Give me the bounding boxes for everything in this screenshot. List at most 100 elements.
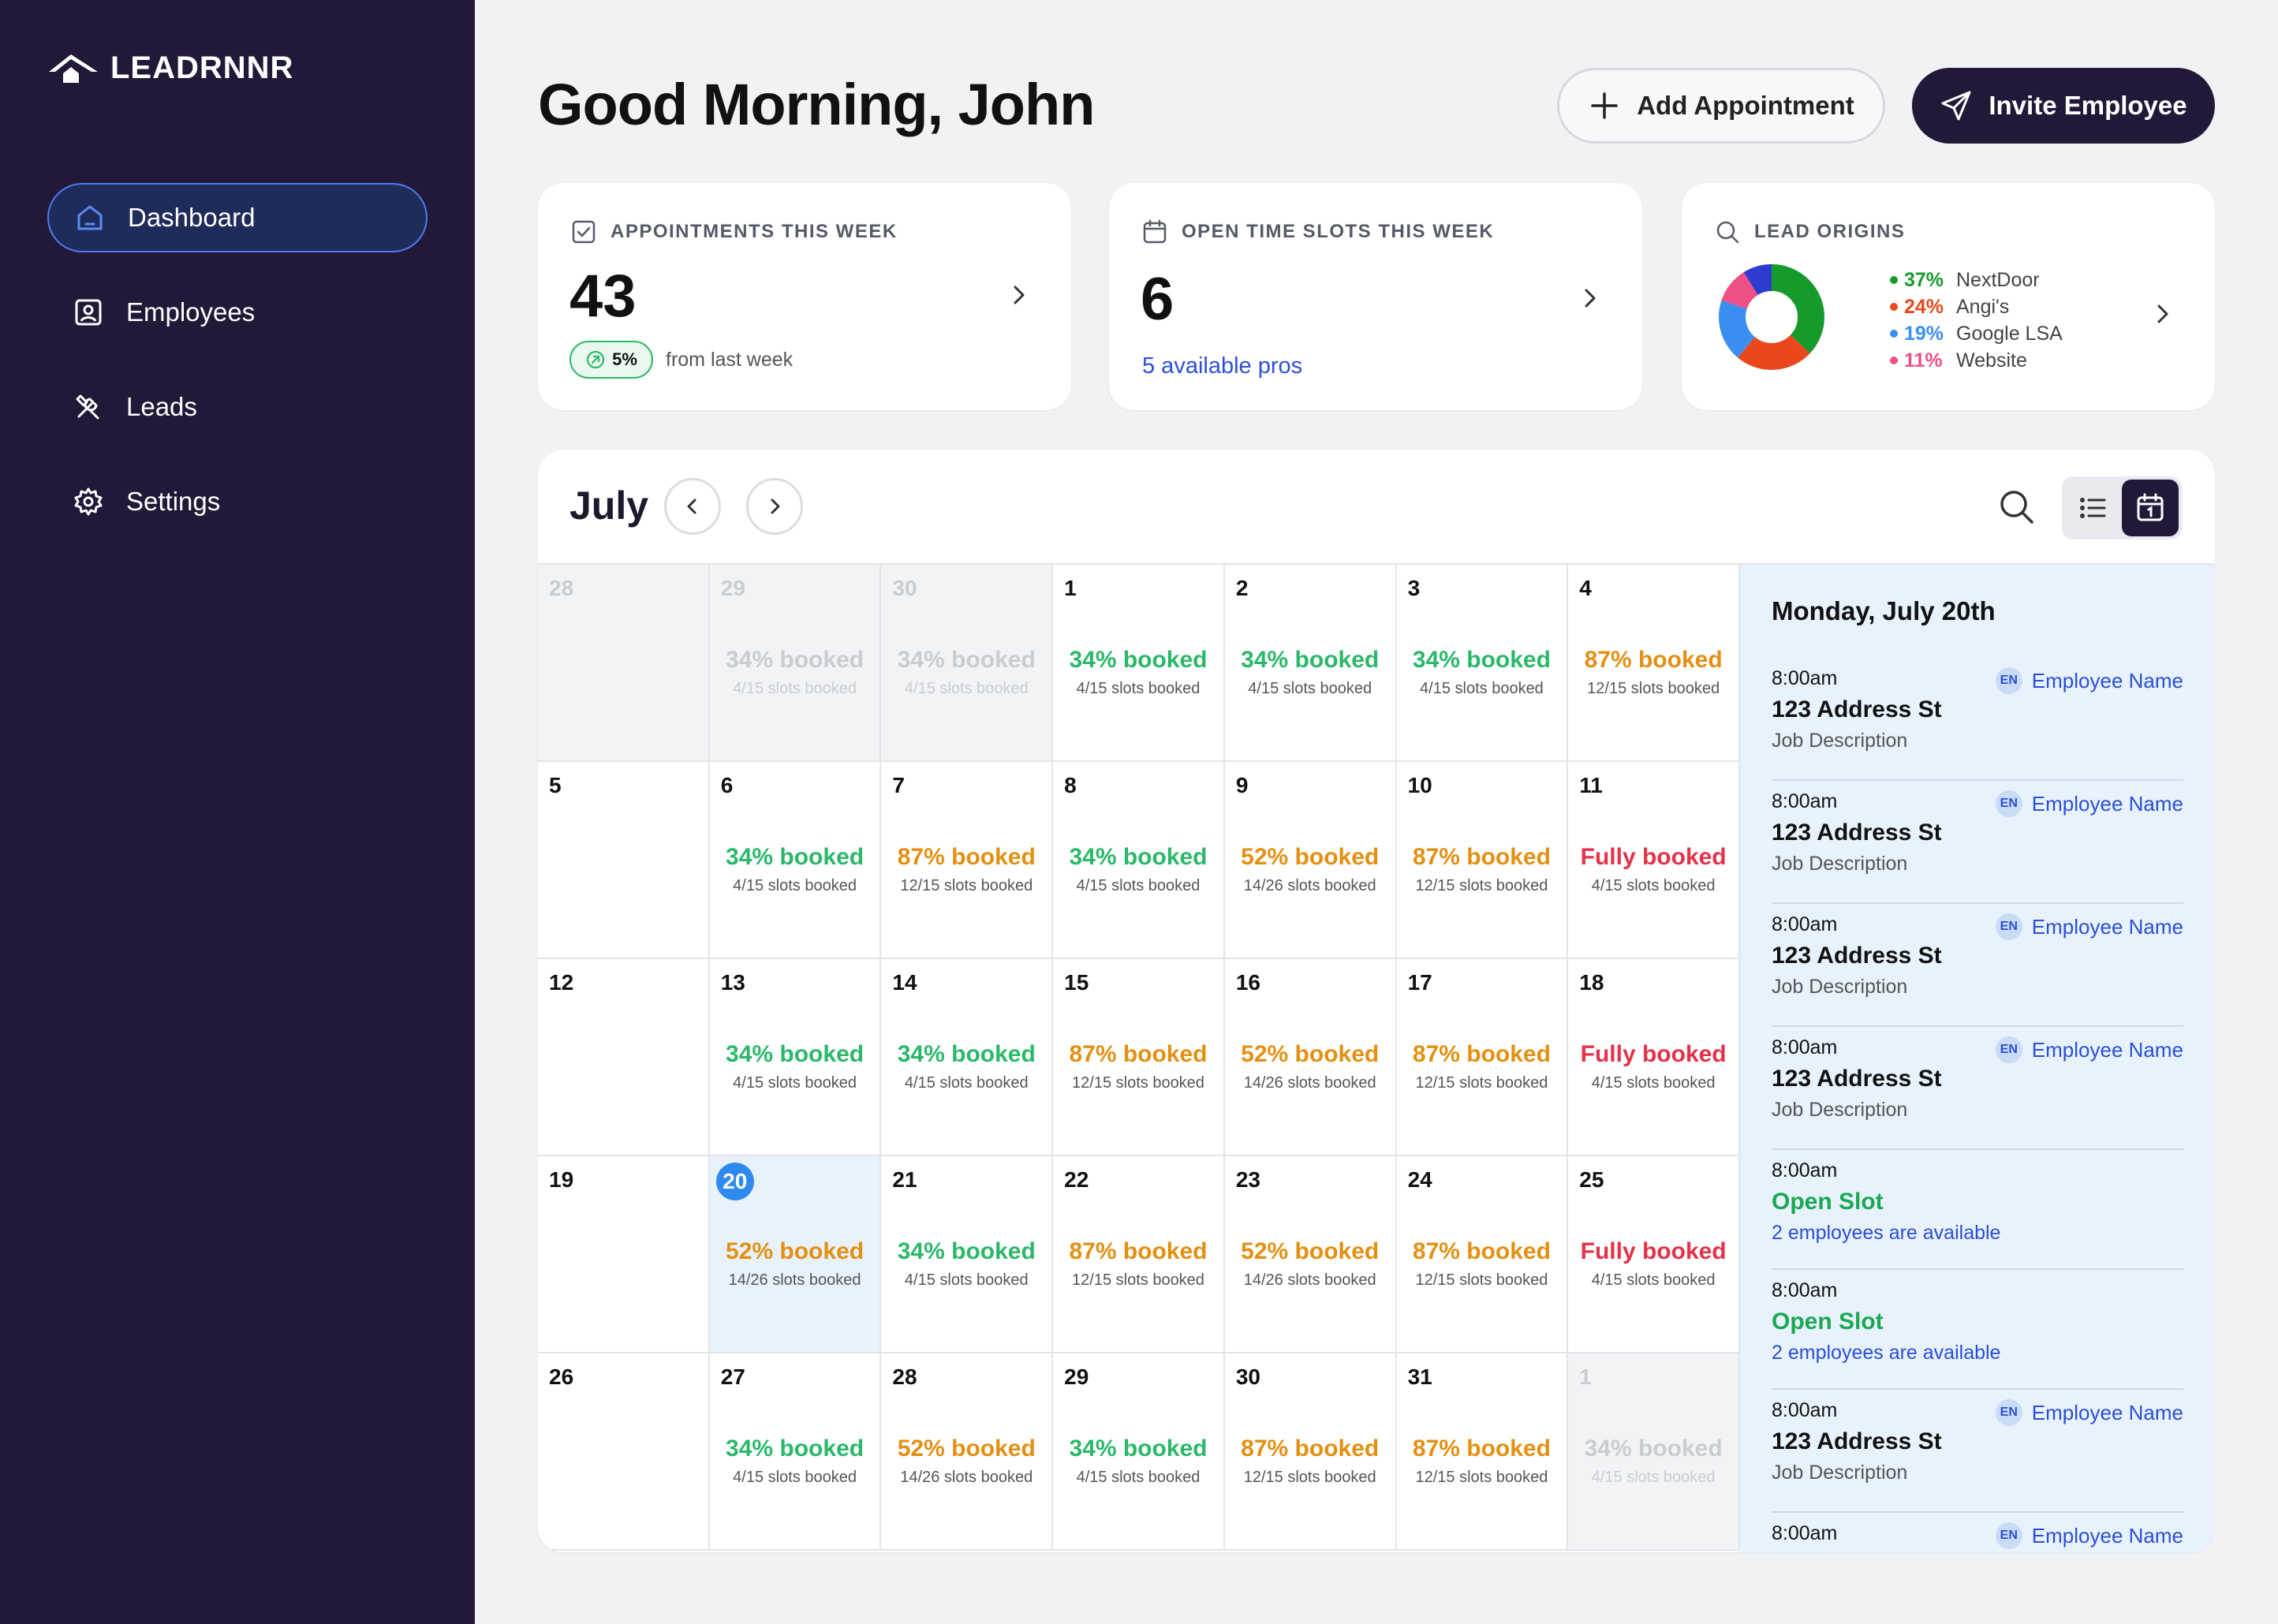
available-employees-link[interactable]: 2 employees are available <box>1772 1342 2183 1365</box>
assigned-employee[interactable]: EN Employee Name <box>1995 790 2183 817</box>
calendar-day[interactable]: 30 87% booked 12/15 slots booked <box>1224 1353 1397 1551</box>
calendar-day[interactable]: 30 34% booked 4/15 slots booked <box>881 565 1054 762</box>
legend-item: 11% Website <box>1890 347 2063 374</box>
sidebar-item-leads[interactable]: Leads <box>47 372 428 442</box>
brand-logo[interactable]: LEADRNNR <box>47 50 293 86</box>
chevron-left-icon <box>687 498 696 514</box>
calendar-day[interactable]: 17 87% booked 12/15 slots booked <box>1396 959 1569 1156</box>
sidebar-item-label: Employees <box>126 297 256 327</box>
sidebar-item-settings[interactable]: Settings <box>47 467 428 536</box>
appointment-description: Job Description <box>1772 1462 1908 1484</box>
open-slot-label: Open Slot <box>1772 1309 1884 1335</box>
calendar-day[interactable]: 8 34% booked 4/15 slots booked <box>1053 762 1225 959</box>
appointment-item[interactable]: 8:00am123 Address StJob DescriptionENEmp… <box>1772 1513 2183 1552</box>
slots-booked: 4/15 slots booked <box>1591 1469 1716 1486</box>
calendar-day[interactable]: 29 34% booked 4/15 slots booked <box>709 565 882 762</box>
calendar-view-button[interactable] <box>2122 480 2179 536</box>
calendar-day[interactable]: 23 52% booked 14/26 slots booked <box>1224 1156 1397 1353</box>
appointment-item[interactable]: 8:00am123 Address StJob DescriptionENEmp… <box>1772 658 2183 781</box>
appointment-item[interactable]: 8:00am123 Address StJob DescriptionENEmp… <box>1772 1027 2183 1150</box>
assigned-employee[interactable]: EN Employee Name <box>1995 913 2183 940</box>
calendar-day[interactable]: 22 87% booked 12/15 slots booked <box>1053 1156 1225 1353</box>
calendar-day[interactable]: 10 87% booked 12/15 slots booked <box>1396 762 1569 959</box>
calendar-day[interactable]: 15 87% booked 12/15 slots booked <box>1053 959 1225 1156</box>
appointments-count: 43 <box>570 263 637 330</box>
calendar-day[interactable]: 13 34% booked 4/15 slots booked <box>709 959 882 1156</box>
open-slots-card[interactable]: OPEN TIME SLOTS THIS WEEK 6 5 available … <box>1109 183 1642 410</box>
chevron-right-icon[interactable] <box>1005 281 1033 309</box>
calendar-day[interactable]: 1 34% booked 4/15 slots booked <box>1053 565 1225 762</box>
list-view-button[interactable] <box>2071 486 2116 530</box>
assigned-employee[interactable]: EN Employee Name <box>1995 1522 2183 1549</box>
appointments-card[interactable]: APPOINTMENTS THIS WEEK 43 5% from last w… <box>538 183 1071 410</box>
sidebar-item-label: Dashboard <box>128 203 256 232</box>
legend-label: NextDoor <box>1956 268 2040 291</box>
sidebar-item-label: Leads <box>126 392 197 421</box>
calendar-day[interactable]: 25 Fully booked 4/15 slots booked <box>1568 1156 1740 1353</box>
slots-booked: 12/15 slots booked <box>1415 1074 1548 1092</box>
home-icon <box>77 205 103 230</box>
appointment-item[interactable]: 8:00am123 Address StJob DescriptionENEmp… <box>1772 1390 2183 1513</box>
available-employees-link[interactable]: 2 employees are available <box>1772 1222 2183 1245</box>
calendar-day[interactable]: 16 52% booked 14/26 slots booked <box>1224 959 1397 1156</box>
calendar-day[interactable]: 27 34% booked 4/15 slots booked <box>709 1353 882 1551</box>
calendar-day[interactable]: 31 87% booked 12/15 slots booked <box>1396 1353 1569 1551</box>
calendar-day[interactable]: 11 Fully booked 4/15 slots booked <box>1568 762 1740 959</box>
chevron-right-icon[interactable] <box>1576 284 1604 312</box>
next-month-button[interactable] <box>746 478 803 535</box>
slots-booked: 4/15 slots booked <box>904 1074 1029 1092</box>
calendar-search-icon[interactable] <box>1997 487 2035 525</box>
invite-employee-button[interactable]: Invite Employee <box>1912 68 2215 144</box>
calendar-day[interactable]: 14 34% booked 4/15 slots booked <box>881 959 1054 1156</box>
booking-percent: 34% booked <box>726 844 865 870</box>
slots-booked: 12/15 slots booked <box>1415 1469 1548 1486</box>
chevron-right-icon[interactable] <box>2149 300 2177 328</box>
sidebar-item-employees[interactable]: Employees <box>47 278 428 347</box>
calendar-day[interactable]: 19 <box>538 1156 710 1353</box>
view-toggle <box>2062 476 2182 539</box>
lead-origins-card[interactable]: LEAD ORIGINS 37% NextDoor 24% Angi's 19% Goog… <box>1682 183 2215 410</box>
assigned-employee[interactable]: EN Employee Name <box>1995 667 2183 694</box>
open-slot-item[interactable]: 8:00am Open Slot 2 employees are available <box>1772 1150 2183 1270</box>
calendar-grid: 28 29 34% booked 4/15 slots booked 30 34% boo… <box>538 563 1740 1551</box>
assigned-employee[interactable]: EN Employee Name <box>1995 1399 2183 1426</box>
gear-icon <box>74 487 103 516</box>
calendar-day[interactable]: 24 87% booked 12/15 slots booked <box>1396 1156 1569 1353</box>
day-number: 26 <box>549 1365 574 1389</box>
legend-percent: 19% <box>1904 322 1944 345</box>
sidebar-item-dashboard[interactable]: Dashboard <box>47 183 428 252</box>
open-slot-item[interactable]: 8:00am Open Slot 2 employees are available <box>1772 1270 2183 1390</box>
calendar-day[interactable]: 26 <box>538 1353 710 1551</box>
booking-percent: 34% booked <box>1069 844 1208 870</box>
booking-percent: 52% booked <box>1241 1041 1380 1067</box>
add-appointment-button[interactable]: Add Appointment <box>1557 68 1885 144</box>
calendar-day[interactable]: 4 87% booked 12/15 slots booked <box>1568 565 1740 762</box>
calendar-day[interactable]: 1 34% booked 4/15 slots booked <box>1568 1353 1740 1551</box>
appointment-item[interactable]: 8:00am123 Address StJob DescriptionENEmp… <box>1772 904 2183 1027</box>
appointment-item[interactable]: 8:00am123 Address StJob DescriptionENEmp… <box>1772 781 2183 904</box>
prev-month-button[interactable] <box>664 478 721 535</box>
calendar-day[interactable]: 18 Fully booked 4/15 slots booked <box>1568 959 1740 1156</box>
calendar-day[interactable]: 28 <box>538 565 710 762</box>
legend-label: Website <box>1956 349 2027 371</box>
calendar-day[interactable]: 21 34% booked 4/15 slots booked <box>881 1156 1054 1353</box>
employee-avatar: EN <box>1995 1522 2022 1549</box>
calendar-day[interactable]: 6 34% booked 4/15 slots booked <box>709 762 882 959</box>
calendar-day[interactable]: 3 34% booked 4/15 slots booked <box>1396 565 1569 762</box>
calendar-day[interactable]: 12 <box>538 959 710 1156</box>
day-number: 31 <box>1407 1365 1432 1389</box>
calendar-day[interactable]: 5 <box>538 762 710 959</box>
card-header: OPEN TIME SLOTS THIS WEEK <box>1142 219 1494 245</box>
calendar-day[interactable]: 29 34% booked 4/15 slots booked <box>1053 1353 1225 1551</box>
calendar-day[interactable]: 2 34% booked 4/15 slots booked <box>1224 565 1397 762</box>
calendar-day[interactable]: 7 87% booked 12/15 slots booked <box>881 762 1054 959</box>
calendar-day-today[interactable]: 20 52% booked 14/26 slots booked <box>709 1156 882 1353</box>
employee-avatar: EN <box>1995 1036 2022 1063</box>
available-pros-link[interactable]: 5 available pros <box>1142 353 1302 379</box>
calendar-day[interactable]: 9 52% booked 14/26 slots booked <box>1224 762 1397 959</box>
calendar-day[interactable]: 28 52% booked 14/26 slots booked <box>881 1353 1054 1551</box>
booking-percent: 34% booked <box>726 1041 865 1067</box>
booking-percent: 87% booked <box>1412 1041 1551 1067</box>
assigned-employee[interactable]: EN Employee Name <box>1995 1036 2183 1063</box>
legend-percent: 11% <box>1904 349 1943 371</box>
